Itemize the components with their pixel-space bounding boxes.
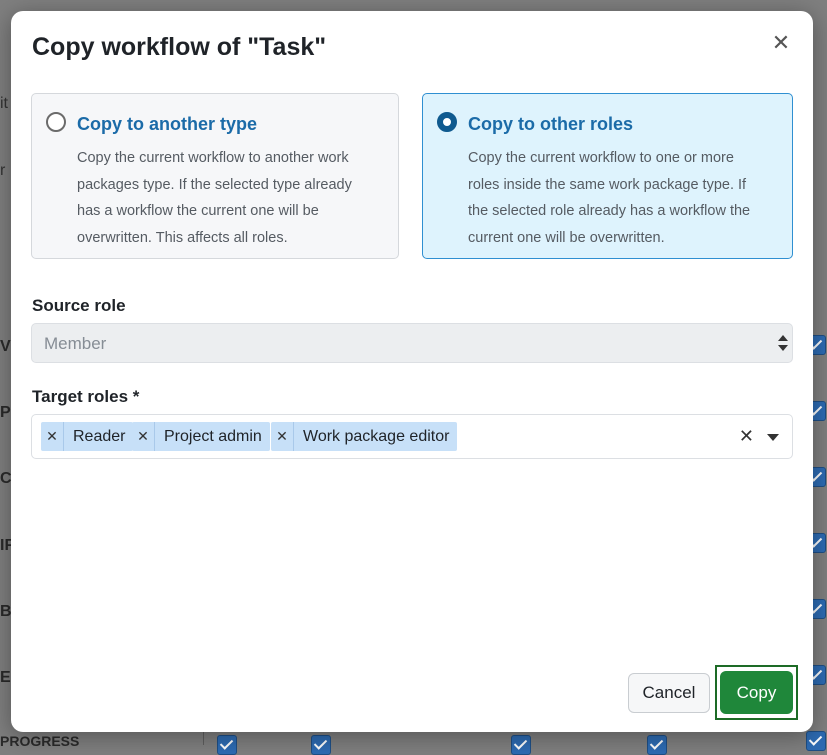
option-description: Copy the current workflow to another wor… xyxy=(77,150,352,246)
option-copy-to-another-type[interactable]: Copy to another type Copy the current wo… xyxy=(31,93,399,259)
bg-checkbox xyxy=(311,735,331,755)
target-roles-multiselect[interactable]: ✕ Reader ✕ Project admin ✕ Work package … xyxy=(31,414,793,459)
select-updown-icon xyxy=(778,335,788,351)
bg-fragment: V xyxy=(0,338,11,355)
cancel-button[interactable]: Cancel xyxy=(628,673,710,713)
option-title: Copy to other roles xyxy=(468,114,634,134)
bg-fragment: it xyxy=(0,95,8,112)
option-copy-to-other-roles[interactable]: Copy to other roles Copy the current wor… xyxy=(422,93,793,259)
target-role-tag: ✕ Project admin xyxy=(132,422,270,451)
tag-label: Reader xyxy=(73,427,126,445)
option-title: Copy to another type xyxy=(77,114,258,134)
source-role-select[interactable]: Member xyxy=(31,323,793,363)
chevron-down-icon[interactable] xyxy=(767,434,779,441)
bg-divider xyxy=(203,732,204,745)
remove-tag-icon[interactable]: ✕ xyxy=(41,422,64,451)
remove-tag-icon[interactable]: ✕ xyxy=(271,422,294,451)
bg-checkbox xyxy=(511,735,531,755)
dialog-title: Copy workflow of "Task" xyxy=(32,33,327,61)
clear-all-icon[interactable]: ✕ xyxy=(739,426,754,447)
close-icon: ✕ xyxy=(771,30,791,55)
bg-fragment: r xyxy=(0,162,6,179)
target-role-tag: ✕ Work package editor xyxy=(271,422,458,451)
radio-copy-to-another-type[interactable] xyxy=(46,112,66,132)
copy-button[interactable]: Copy xyxy=(720,671,793,714)
source-role-value: Member xyxy=(44,334,107,353)
bg-checkbox xyxy=(806,731,826,751)
radio-copy-to-other-roles[interactable] xyxy=(437,112,457,132)
option-description: Copy the current workflow to one or more… xyxy=(468,150,751,246)
tag-label: Work package editor xyxy=(303,427,450,445)
bg-checkbox xyxy=(217,735,237,755)
tag-label: Project admin xyxy=(164,427,262,445)
bg-fragment: PROGRESS xyxy=(0,733,80,749)
remove-tag-icon[interactable]: ✕ xyxy=(132,422,155,451)
target-role-tag: ✕ Reader xyxy=(41,422,134,451)
source-role-label: Source role xyxy=(32,296,126,315)
close-button[interactable]: ✕ xyxy=(767,29,795,57)
bg-checkbox xyxy=(647,735,667,755)
target-roles-label: Target roles * xyxy=(32,387,140,406)
copy-workflow-dialog: Copy workflow of "Task" ✕ Copy to anothe… xyxy=(11,11,813,732)
